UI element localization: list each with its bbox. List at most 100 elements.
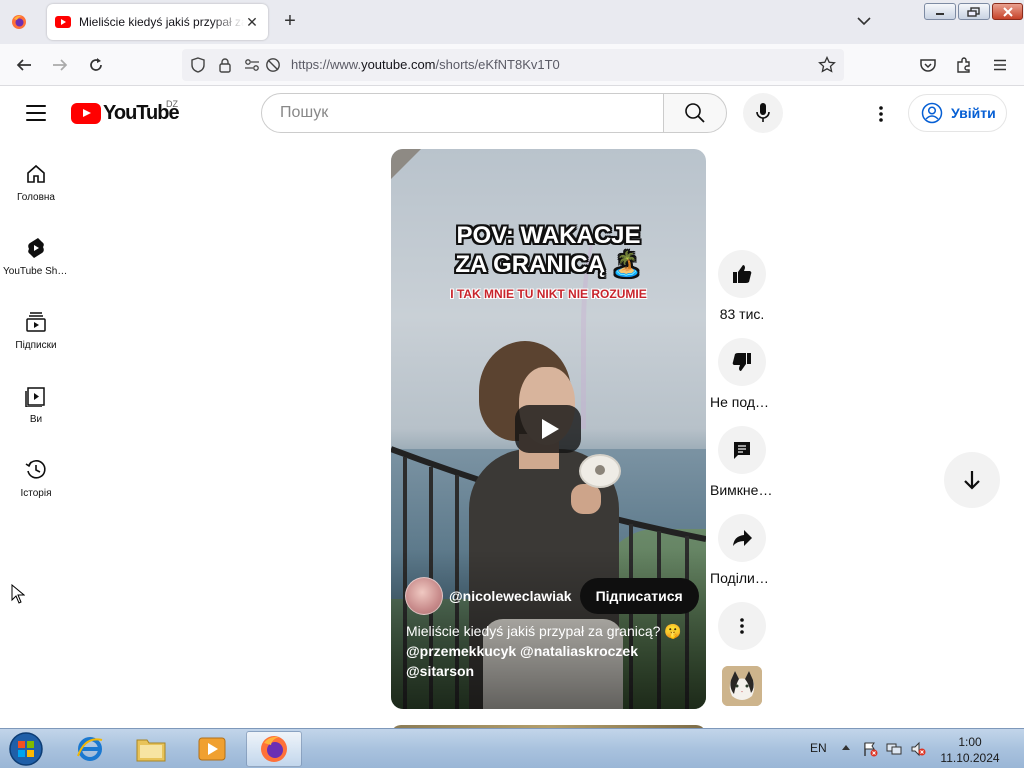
hamburger-menu-icon	[994, 59, 1006, 71]
play-button[interactable]	[515, 405, 581, 453]
sidebar-item-history[interactable]: Історія	[0, 438, 72, 512]
guide-menu-button[interactable]	[26, 105, 46, 121]
vertical-dots-icon	[740, 618, 744, 634]
url-bar[interactable]: https://www.youtube.com/shorts/eKfNT8Kv1…	[182, 49, 844, 81]
minimize-button[interactable]	[924, 3, 956, 20]
like-button[interactable]	[718, 250, 766, 298]
more-actions	[712, 602, 772, 650]
minimize-icon	[936, 12, 944, 15]
play-icon	[541, 419, 559, 439]
sidebar-item-label: YouTube Shorts	[3, 266, 69, 277]
comment-icon	[734, 442, 750, 459]
taskbar-firefox[interactable]	[246, 731, 302, 767]
caption-tags[interactable]: @przemekkucyk @nataliaskroczek @sitarson	[406, 641, 696, 681]
sidebar-item-subscriptions[interactable]: Підписки	[0, 290, 72, 364]
like-action: 83 тис.	[712, 250, 772, 322]
sign-in-label: Увійти	[951, 105, 996, 121]
taskbar-internet-explorer[interactable]	[62, 731, 118, 767]
new-tab-button[interactable]: +	[280, 11, 300, 31]
extensions-button[interactable]	[954, 55, 974, 75]
comments-action: Вимкнено коментарі	[710, 426, 774, 498]
star-icon	[818, 56, 836, 73]
list-all-tabs-button[interactable]	[855, 12, 873, 30]
subscribe-button[interactable]: Підписатися	[579, 578, 699, 614]
browser-tab-strip: Mieliście kiedyś jakiś przypał za granic…	[0, 0, 1024, 44]
windows-orb-icon	[9, 732, 43, 766]
firefox-view-button[interactable]	[4, 8, 34, 36]
sidebar-item-home[interactable]: Головна	[0, 142, 72, 216]
voice-search-button[interactable]	[743, 93, 783, 133]
next-video-button[interactable]	[944, 452, 1000, 508]
channel-avatar[interactable]	[405, 577, 443, 615]
tab-close-icon[interactable]: ✕	[244, 14, 260, 31]
comments-button[interactable]	[718, 426, 766, 474]
tracking-protection-icon[interactable]	[188, 55, 208, 75]
share-arrow-icon	[733, 530, 752, 546]
search-box[interactable]	[261, 93, 664, 133]
network-icon[interactable]	[886, 741, 902, 757]
restore-icon	[967, 6, 980, 17]
url-domain: youtube.com	[361, 57, 436, 72]
vertical-dots-icon	[879, 106, 883, 122]
shield-icon	[191, 57, 205, 73]
more-actions-button[interactable]	[718, 602, 766, 650]
browser-nav-bar: https://www.youtube.com/shorts/eKfNT8Kv1…	[0, 44, 1024, 86]
bookmark-star-button[interactable]	[817, 55, 837, 75]
overlay-title-line2: ZA GRANICĄ 🏝️	[455, 251, 642, 278]
language-indicator[interactable]: EN	[810, 741, 827, 755]
thumbs-down-icon	[732, 353, 751, 371]
volume-muted-icon[interactable]	[910, 741, 926, 757]
home-icon	[24, 162, 48, 186]
windows-taskbar: EN 1:00 11.10.2024	[0, 728, 1024, 768]
sound-thumbnail[interactable]	[722, 666, 762, 706]
back-button[interactable]	[14, 55, 34, 75]
sign-in-button[interactable]: Увійти	[908, 94, 1007, 132]
youtube-logo[interactable]: YouTube	[71, 102, 180, 125]
cat-thumbnail-icon	[722, 666, 762, 706]
sidebar-item-label: Головна	[17, 192, 55, 203]
forward-button[interactable]	[50, 55, 70, 75]
autoplay-blocked-icon[interactable]	[263, 55, 283, 75]
action-center-flag-icon[interactable]	[862, 741, 878, 757]
shorts-video-player[interactable]: POV: WAKACJE ZA GRANICĄ 🏝️ I TAK MNIE TU…	[391, 149, 706, 709]
youtube-favicon-icon	[55, 16, 71, 28]
search-button[interactable]	[663, 93, 727, 133]
account-circle-icon	[921, 102, 943, 124]
person-hand-shape	[571, 484, 601, 514]
sidebar-item-you[interactable]: Ви	[0, 364, 72, 438]
taskbar-file-explorer[interactable]	[123, 731, 179, 767]
autoplay-blocked-icon-glyph	[266, 58, 280, 72]
restore-button[interactable]	[958, 3, 990, 20]
sidebar-item-shorts[interactable]: YouTube Shorts	[0, 216, 72, 290]
site-security-icon[interactable]	[215, 55, 235, 75]
pocket-button[interactable]	[918, 55, 938, 75]
video-overlay-subtitle: I TAK MNIE TU NIKT NIE ROZUMIE	[450, 287, 647, 301]
app-menu-button[interactable]	[990, 55, 1010, 75]
share-label: Поділитися	[710, 570, 774, 586]
youtube-header: YouTube DZ Увійти	[0, 86, 1024, 142]
video-caption[interactable]: Mieliście kiedyś jakiś przypał za granic…	[406, 621, 696, 681]
search-input[interactable]	[278, 103, 647, 123]
taskbar-media-player[interactable]	[184, 731, 240, 767]
chevron-down-icon	[857, 17, 871, 26]
reload-button[interactable]	[86, 55, 106, 75]
subscriptions-icon	[24, 310, 48, 334]
taskbar-clock[interactable]: 1:00 11.10.2024	[930, 734, 1010, 766]
media-player-icon	[198, 737, 226, 761]
share-button[interactable]	[718, 514, 766, 562]
country-code: DZ	[166, 99, 178, 109]
arrow-down-icon	[964, 471, 980, 490]
start-button[interactable]	[6, 731, 46, 767]
url-path: /shorts/eKfNT8Kv1T0	[435, 57, 560, 72]
close-window-button[interactable]	[992, 3, 1023, 20]
mouse-cursor-icon	[11, 584, 25, 604]
permissions-icon[interactable]	[242, 55, 262, 75]
reload-icon	[90, 58, 102, 71]
show-hidden-icons-button[interactable]	[842, 745, 850, 750]
video-overlay-title: POV: WAKACJE ZA GRANICĄ 🏝️	[391, 221, 706, 279]
settings-more-button[interactable]	[866, 100, 896, 128]
folder-icon	[136, 739, 166, 762]
dislike-button[interactable]	[718, 338, 766, 386]
browser-tab-youtube[interactable]: Mieliście kiedyś jakiś przypał za granic…	[47, 4, 268, 40]
channel-name-link[interactable]: @nicoleweclawiak	[449, 588, 572, 604]
